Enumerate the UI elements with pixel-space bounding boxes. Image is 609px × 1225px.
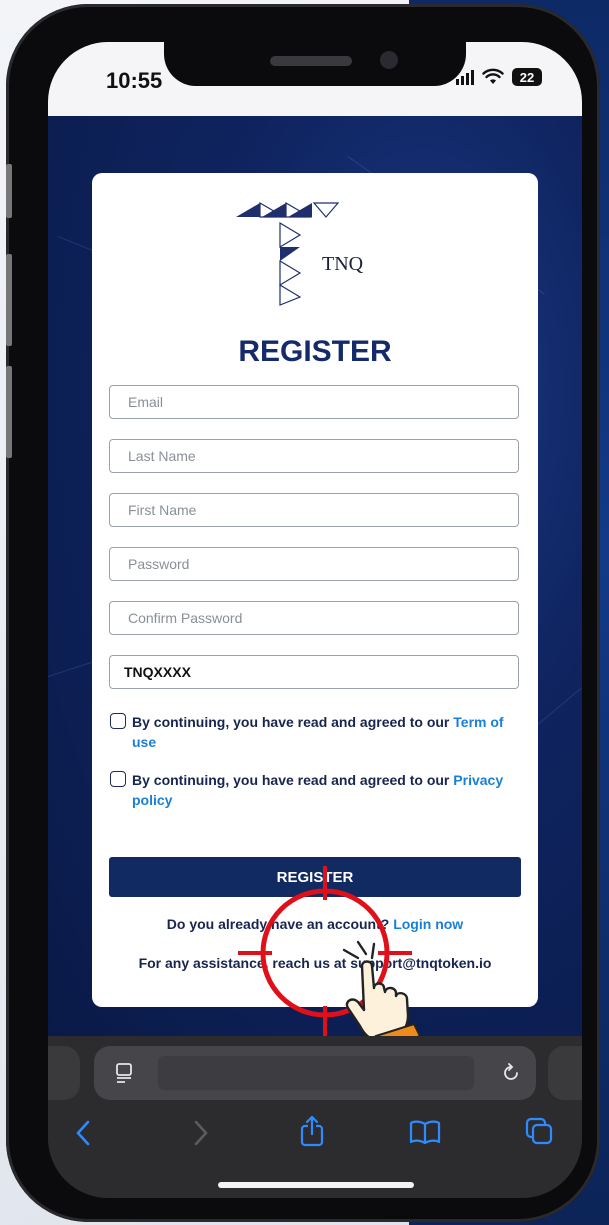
tnq-logo bbox=[236, 201, 340, 306]
camera-dot bbox=[380, 51, 398, 69]
back-icon[interactable] bbox=[72, 1118, 96, 1148]
tabs-icon[interactable] bbox=[524, 1116, 554, 1146]
status-bar: 10:55 22 bbox=[48, 42, 582, 116]
status-icons: 22 bbox=[456, 68, 542, 86]
privacy-row: By continuing, you have read and agreed … bbox=[110, 770, 522, 810]
share-icon[interactable] bbox=[298, 1114, 326, 1148]
privacy-checkbox[interactable] bbox=[110, 771, 126, 787]
battery-icon: 22 bbox=[512, 68, 542, 86]
phone-screen: 10:55 22 TNQ REGISTER Email Last Name Fi… bbox=[48, 42, 582, 1198]
privacy-text: By continuing, you have read and agreed … bbox=[132, 772, 454, 788]
login-link[interactable]: Login now bbox=[393, 916, 463, 932]
mute-switch bbox=[6, 164, 12, 218]
support-text: For any assistance, reach us at support@… bbox=[138, 955, 492, 971]
last-name-field[interactable] bbox=[109, 439, 519, 473]
logo-text: TNQ bbox=[322, 253, 364, 275]
terms-text: By continuing, you have read and agreed … bbox=[132, 714, 454, 730]
page-title: REGISTER bbox=[238, 335, 392, 368]
web-content[interactable]: TNQ REGISTER By continuing, you have rea… bbox=[48, 116, 582, 1036]
terms-checkbox[interactable] bbox=[110, 713, 126, 729]
password-field[interactable] bbox=[109, 547, 519, 581]
home-indicator bbox=[218, 1182, 414, 1188]
volume-up-button bbox=[6, 254, 12, 346]
prev-tab-preview[interactable] bbox=[48, 1046, 80, 1100]
browser-toolbar bbox=[48, 1036, 582, 1198]
terms-row: By continuing, you have read and agreed … bbox=[110, 712, 522, 752]
email-field[interactable] bbox=[109, 385, 519, 419]
reload-icon[interactable] bbox=[500, 1062, 522, 1084]
next-tab-preview[interactable] bbox=[548, 1046, 582, 1100]
confirm-password-field[interactable] bbox=[109, 601, 519, 635]
login-prompt: Do you already have an account? Login no… bbox=[92, 916, 538, 932]
reader-icon[interactable] bbox=[114, 1062, 134, 1084]
register-button[interactable]: REGISTER bbox=[109, 857, 521, 897]
wifi-icon bbox=[482, 68, 504, 84]
signal-icon bbox=[456, 69, 474, 85]
speaker-pill bbox=[270, 56, 352, 66]
volume-down-button bbox=[6, 366, 12, 458]
bookmarks-icon[interactable] bbox=[408, 1118, 442, 1146]
address-bar[interactable] bbox=[94, 1046, 536, 1100]
register-card: TNQ REGISTER By continuing, you have rea… bbox=[92, 173, 538, 1007]
referral-code-field[interactable] bbox=[109, 655, 519, 689]
dynamic-island bbox=[164, 42, 466, 86]
phone-frame: 10:55 22 TNQ REGISTER Email Last Name Fi… bbox=[6, 4, 600, 1222]
status-time: 10:55 bbox=[106, 68, 163, 93]
login-prompt-text: Do you already have an account? bbox=[166, 916, 394, 932]
url-field[interactable] bbox=[158, 1056, 474, 1090]
first-name-field[interactable] bbox=[109, 493, 519, 527]
forward-icon bbox=[194, 1120, 208, 1146]
